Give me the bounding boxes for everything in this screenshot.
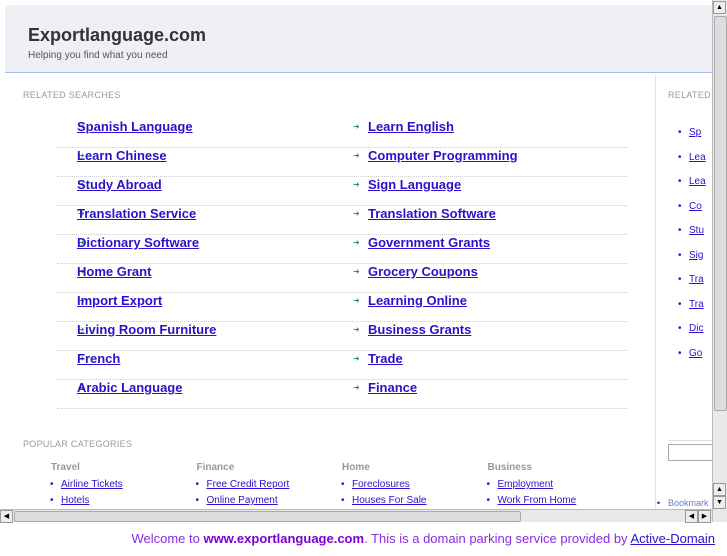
related-row: ➜ Dictionary Software ➜ Government Grants — [57, 235, 627, 264]
related-link[interactable]: Translation Software — [368, 206, 496, 221]
category-title: Travel — [51, 462, 80, 473]
sidebar-link[interactable]: Go — [678, 348, 703, 359]
sidebar-link[interactable]: Dic — [678, 323, 704, 334]
related-searches-heading: RELATED SEARCHES — [23, 90, 121, 100]
category-travel: Travel Airline Tickets Hotels — [50, 462, 191, 509]
sidebar-heading: RELATED — [668, 90, 711, 100]
horizontal-scrollbar[interactable]: ◀ ◀ ▶ — [0, 509, 712, 523]
category-link[interactable]: Work From Home — [487, 495, 628, 506]
scroll-up-icon[interactable]: ▲ — [713, 1, 726, 14]
right-sidebar: RELATED Sp Lea Lea Co Stu Sig Tra Tra Dic Go Book… — [655, 75, 712, 509]
related-row: ➜ Arabic Language ➜ Finance — [57, 380, 627, 409]
related-link[interactable]: Learning Online — [368, 293, 467, 308]
site-header: Exportlanguage.com Helping you find what… — [5, 5, 712, 73]
bookmark-input[interactable] — [668, 444, 712, 461]
arrow-icon: ➜ — [353, 180, 360, 189]
related-row: ➜ Learn Chinese ➜ Computer Programming — [57, 148, 627, 177]
banner-text: . This is a domain parking service provi… — [364, 531, 631, 546]
popular-categories-heading: POPULAR CATEGORIES — [23, 439, 133, 449]
scroll-down-icon[interactable]: ▼ — [713, 496, 726, 509]
category-link[interactable]: Foreclosures — [341, 479, 482, 490]
page-viewport: Exportlanguage.com Helping you find what… — [0, 0, 712, 509]
related-row: ➜ French ➜ Trade — [57, 351, 627, 380]
related-link[interactable]: Finance — [368, 380, 417, 395]
arrow-icon: ➜ — [353, 238, 360, 247]
sidebar-link[interactable]: Lea — [678, 176, 705, 187]
related-row: ➜ Study Abroad ➜ Sign Language — [57, 177, 627, 206]
related-link[interactable]: Arabic Language — [77, 380, 182, 395]
related-link[interactable]: French — [77, 351, 120, 366]
site-tagline: Helping you find what you need — [28, 50, 168, 61]
vertical-scroll-thumb[interactable] — [714, 16, 727, 411]
category-link[interactable]: Free Credit Report — [196, 479, 337, 490]
arrow-icon: ➜ — [353, 122, 360, 131]
related-link[interactable]: Home Grant — [77, 264, 151, 279]
scroll-up-icon[interactable]: ▲ — [713, 483, 726, 496]
related-link[interactable]: Sign Language — [368, 177, 461, 192]
related-link[interactable]: Business Grants — [368, 322, 471, 337]
category-link[interactable]: Houses For Sale — [341, 495, 482, 506]
related-link[interactable]: Spanish Language — [77, 119, 193, 134]
sidebar-link[interactable]: Sp — [678, 127, 701, 138]
category-link[interactable]: Online Payment — [196, 495, 337, 506]
category-title: Business — [487, 462, 532, 473]
sidebar-link[interactable]: Sig — [678, 250, 704, 261]
related-link[interactable]: Trade — [368, 351, 403, 366]
sidebar-link[interactable]: Co — [678, 201, 702, 212]
category-home: Home Foreclosures Houses For Sale — [341, 462, 482, 509]
arrow-icon: ➜ — [353, 325, 360, 334]
related-row: ➜ Import Export ➜ Learning Online — [57, 293, 627, 322]
horizontal-scroll-thumb[interactable] — [14, 511, 521, 522]
sidebar-divider — [668, 440, 712, 441]
related-link[interactable]: Dictionary Software — [77, 235, 199, 250]
related-link[interactable]: Living Room Furniture — [77, 322, 216, 337]
arrow-icon: ➜ — [353, 267, 360, 276]
sidebar-link[interactable]: Tra — [678, 274, 703, 285]
category-link[interactable]: Hotels — [50, 495, 191, 506]
related-link[interactable]: Import Export — [77, 293, 162, 308]
related-link[interactable]: Grocery Coupons — [368, 264, 478, 279]
category-finance: Finance Free Credit Report Online Payment — [196, 462, 337, 509]
vertical-scrollbar[interactable]: ▲ ▲ ▼ — [712, 0, 727, 522]
related-link[interactable]: Study Abroad — [77, 177, 162, 192]
related-link[interactable]: Government Grants — [368, 235, 490, 250]
category-link[interactable]: Employment — [487, 479, 628, 490]
sidebar-link[interactable]: Lea — [678, 152, 705, 163]
related-link[interactable]: Learn Chinese — [77, 148, 167, 163]
related-link[interactable]: Learn English — [368, 119, 454, 134]
category-title: Finance — [196, 462, 235, 473]
provider-link[interactable]: Active-Domain — [630, 531, 715, 546]
sidebar-link[interactable]: Tra — [678, 299, 703, 310]
arrow-icon: ➜ — [353, 296, 360, 305]
related-row: ➜ Translation Service ➜ Translation Softwar… — [57, 206, 627, 235]
related-row: ➜ Spanish Language ➜ Learn English — [57, 119, 627, 148]
category-link[interactable]: Airline Tickets — [50, 479, 191, 490]
related-row: ➜ Living Room Furniture ➜ Business Grants — [57, 322, 627, 351]
site-title: Exportlanguage.com — [28, 25, 207, 45]
arrow-icon: ➜ — [353, 383, 360, 392]
related-link[interactable]: Translation Service — [77, 206, 196, 221]
related-row: ➜ Home Grant ➜ Grocery Coupons — [57, 264, 627, 293]
arrow-icon: ➜ — [353, 354, 360, 363]
category-title: Home — [342, 462, 370, 473]
bookmark-link[interactable]: Bookmark — [657, 498, 708, 508]
related-link[interactable]: Computer Programming — [368, 148, 518, 163]
arrow-icon: ➜ — [353, 151, 360, 160]
banner-domain: www.exportlanguage.com — [203, 531, 365, 546]
banner-prefix: Welcome to — [131, 531, 204, 546]
arrow-icon: ➜ — [353, 209, 360, 218]
category-business: Business Employment Work From Home — [487, 462, 628, 509]
parking-banner: Welcome to www.exportlanguage.com. This … — [0, 522, 727, 546]
sidebar-link[interactable]: Stu — [678, 225, 704, 236]
